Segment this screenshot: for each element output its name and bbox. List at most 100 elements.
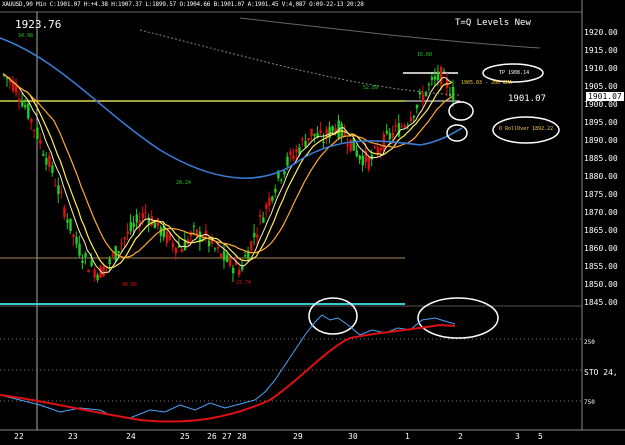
candle-body <box>57 185 60 195</box>
y-tick: 1885.00 <box>584 154 618 163</box>
candle-body <box>174 247 178 254</box>
y-tick: 1875.00 <box>584 190 618 199</box>
candle-body <box>451 86 455 101</box>
candle-body <box>259 215 262 217</box>
ema-2 <box>2 73 453 269</box>
candle-body <box>225 254 229 262</box>
candle-body <box>400 126 404 128</box>
x-label: 28 <box>237 432 247 441</box>
candle-body <box>382 134 386 152</box>
candle-body <box>207 240 211 247</box>
price-chart[interactable] <box>0 0 625 445</box>
candle-body <box>322 141 325 144</box>
candle-body <box>93 269 96 278</box>
candle-body <box>222 250 226 261</box>
ema-grey-dotted <box>139 29 461 96</box>
candle-body <box>331 126 334 132</box>
candle-body <box>24 104 27 108</box>
candle-body <box>42 154 45 156</box>
x-label: 27 <box>222 432 232 441</box>
candle-body <box>304 140 307 148</box>
x-label: 3 <box>515 432 520 441</box>
candle-body <box>180 249 184 253</box>
candle-body <box>129 222 132 232</box>
candle-body <box>394 125 398 127</box>
candle-body <box>310 128 313 137</box>
x-label: 29 <box>293 432 303 441</box>
candle-body <box>156 218 160 227</box>
candle-body <box>421 93 425 103</box>
candle-body <box>192 225 196 227</box>
y-tick: 1850.00 <box>584 280 618 289</box>
label-34: 34.98 <box>18 33 34 39</box>
candle-body <box>96 274 99 281</box>
candle-body <box>123 237 126 240</box>
y-tick: 1860.00 <box>584 244 618 253</box>
candle-body <box>238 269 241 276</box>
candle-body <box>132 223 135 227</box>
indicator-label: STO 24, <box>584 368 618 377</box>
marker-ellipse <box>448 101 474 121</box>
candle-body <box>90 260 93 267</box>
candle-body <box>379 147 383 151</box>
candle-body <box>289 151 292 156</box>
candle-body <box>373 146 377 148</box>
stochastic-line <box>0 314 456 419</box>
candle-body <box>262 217 265 223</box>
candle-body <box>436 71 440 81</box>
candle-body <box>171 243 175 248</box>
candle-body <box>87 269 90 273</box>
x-label: 30 <box>348 432 358 441</box>
candle-body <box>63 207 66 217</box>
candle-body <box>102 266 105 277</box>
candle-body <box>111 254 114 256</box>
label-5289: 52.89 <box>363 85 379 91</box>
x-label: 23 <box>68 432 78 441</box>
candle-body <box>433 76 437 80</box>
tp-label: TP 1908.14 <box>499 70 530 76</box>
candle-body <box>75 236 78 245</box>
candle-body <box>403 125 407 128</box>
y-tick: 1895.00 <box>584 118 618 127</box>
candle-body <box>69 218 72 231</box>
x-label: 1 <box>405 432 410 441</box>
marker-ellipse-2 <box>446 124 468 142</box>
candle-body <box>388 132 392 140</box>
ema-blue <box>0 37 463 179</box>
candle-body <box>81 260 84 263</box>
ind-tick: 750 <box>584 399 595 406</box>
candle-body <box>385 130 389 134</box>
x-label: 5 <box>538 432 543 441</box>
label-4866: - 48.66 <box>116 282 138 288</box>
candle-body <box>84 253 87 258</box>
candle-body <box>244 255 247 257</box>
y-tick: 1870.00 <box>584 208 618 217</box>
label-1660: 16.60 <box>417 52 433 58</box>
candle-body <box>325 129 328 138</box>
candle-body <box>18 98 21 102</box>
candle-body <box>346 144 349 147</box>
candle-body <box>45 158 48 165</box>
y-tick: 1900.00 <box>584 100 618 109</box>
y-tick: 1880.00 <box>584 172 618 181</box>
candle-body <box>153 222 157 229</box>
candle-body <box>427 83 431 85</box>
x-label: 22 <box>14 432 24 441</box>
candle-body <box>39 139 42 144</box>
candle-body <box>439 66 443 85</box>
symbol-info: XAUUSD,90 Min C:1901.07 H:+4.38 H:1907.3… <box>2 1 364 8</box>
candle-body <box>60 191 63 193</box>
candle-body <box>313 133 316 136</box>
y-tick: 1920.00 <box>584 28 618 37</box>
y-tick: 1855.00 <box>584 262 618 271</box>
candle-body <box>301 138 304 141</box>
candle-body <box>409 117 413 122</box>
candle-body <box>397 123 401 137</box>
candle-body <box>307 138 310 141</box>
candle-body <box>51 165 54 173</box>
candle-body <box>280 179 283 181</box>
candle-body <box>340 123 343 137</box>
candle-body <box>120 243 123 245</box>
label-2574: - 25.74 <box>230 280 252 286</box>
candle-body <box>144 212 148 214</box>
